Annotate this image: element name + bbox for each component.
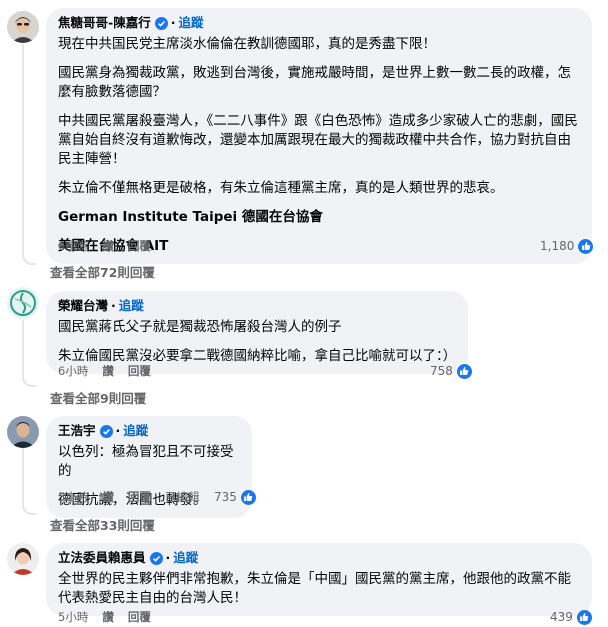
verified-badge-icon [149,551,163,565]
comment-text: 現在中共国民党主席淡水倫倫在教訓德國耶，真的是秀盡下限！ [58,36,436,52]
view-replies-link[interactable]: 查看全部72則回覆 [50,262,155,281]
thread-line [22,320,24,376]
avatar[interactable] [7,287,39,319]
reaction-count[interactable]: 758 [430,362,473,380]
mention-link[interactable]: German Institute Taipei 德國在台協會 [58,208,580,227]
separator-dot: · [111,298,116,313]
reaction-number: 439 [550,610,573,624]
verified-badge-icon [99,424,113,438]
follow-button[interactable]: 追蹤 [173,550,198,566]
timestamp[interactable]: 5小時 [58,609,88,625]
reply-button[interactable]: 回覆 [128,609,151,625]
reaction-number: 735 [214,490,237,504]
comment-bubble: 榮耀台灣 · 追蹤 國民黨蔣氏父子就是獨裁恐怖屠殺台灣人的例子 朱立倫國民黨沒必… [46,291,468,374]
thread-line [22,448,24,504]
avatar[interactable] [7,11,39,43]
comment-text: 以色列：極為冒犯且不可接受的 [58,444,234,479]
follow-button[interactable]: 追蹤 [178,15,203,31]
like-reaction-icon [455,362,473,380]
comment-text: 國民黨身為獨裁政黨，敗逃到台灣後，實施戒嚴時間，是世界上數一數二長的政權，怎麼有… [58,65,571,100]
reply-button[interactable]: 回覆 [128,363,151,379]
like-reaction-icon [577,237,595,255]
like-button[interactable]: 讚 [102,609,114,625]
view-replies-link[interactable]: 查看全部33則回覆 [50,515,155,534]
reaction-count[interactable]: 735 [214,488,257,506]
author-name[interactable]: 立法委員賴惠員 [58,550,146,566]
avatar[interactable] [7,543,39,575]
reaction-count[interactable]: 439 [550,608,593,626]
author-name[interactable]: 焦糖哥哥-陳嘉行 [58,15,151,31]
thread-connector [22,375,36,387]
timestamp[interactable]: 6小時 [58,363,88,379]
separator-dot: · [115,423,121,438]
view-replies-link[interactable]: 查看全部9則回覆 [50,388,146,407]
comment-text: 中共國民黨屠殺臺灣人，《二二八事件》跟《白色恐怖》造成多少家破人亡的悲劇，國民黨… [58,113,578,167]
reaction-number: 758 [430,364,453,378]
separator-dot: · [170,15,176,30]
comment-actions: 6小時 讚 回覆 [58,238,165,254]
comment-actions: 5小時 讚 回覆 已編輯 [58,489,213,505]
reply-button[interactable]: 回覆 [128,238,151,254]
comment-actions: 5小時 讚 回覆 [58,609,165,625]
author-name[interactable]: 榮耀台灣 [58,298,108,314]
like-button[interactable]: 讚 [102,489,114,505]
comment-bubble: 焦糖哥哥-陳嘉行 · 追蹤 現在中共国民党主席淡水倫倫在教訓德國耶，真的是秀盡下… [46,8,592,264]
edited-label: 已編輯 [164,490,200,504]
author-name[interactable]: 王浩宇 [58,423,96,439]
verified-badge-icon [154,16,168,30]
reply-button[interactable]: 回覆 [128,489,151,505]
thread-connector [22,253,36,265]
thread-connector [22,503,36,515]
timestamp[interactable]: 5小時 [58,489,88,505]
comment-text: 全世界的民主夥伴們非常抱歉，朱立倫是「中國」國民黨的黨主席，他跟他的政黨不能代表… [58,571,571,606]
reaction-number: 1,180 [540,239,575,253]
timestamp[interactable]: 6小時 [58,238,88,254]
separator-dot: · [165,550,171,565]
like-reaction-icon [239,488,257,506]
like-button[interactable]: 讚 [102,363,114,379]
like-reaction-icon [575,608,593,626]
like-button[interactable]: 讚 [102,238,114,254]
comment-actions: 6小時 讚 回覆 [58,363,165,379]
avatar[interactable] [7,416,39,448]
comment-text: 朱立倫不僅無格更是破格，有朱立倫這種黨主席，真的是人類世界的悲哀。 [58,180,504,196]
follow-button[interactable]: 追蹤 [119,298,144,314]
comment-text: 國民黨蔣氏父子就是獨裁恐怖屠殺台灣人的例子 [58,319,342,335]
follow-button[interactable]: 追蹤 [123,423,148,439]
comment-bubble: 立法委員賴惠員 · 追蹤 全世界的民主夥伴們非常抱歉，朱立倫是「中國」國民黨的黨… [46,543,592,616]
reaction-count[interactable]: 1,180 [540,237,595,255]
thread-line [22,44,24,254]
